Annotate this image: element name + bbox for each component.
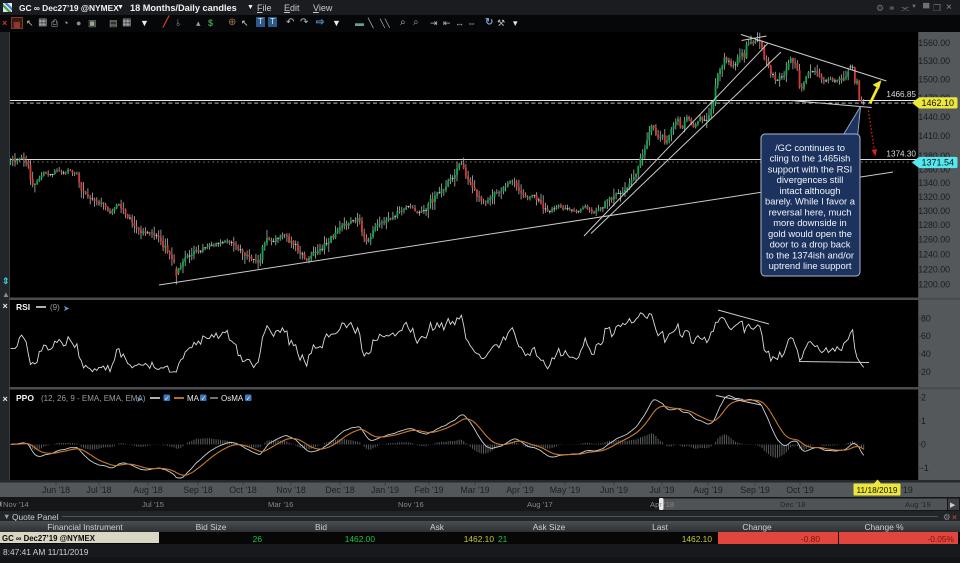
svg-text:Jul '19: Jul '19 — [649, 485, 674, 495]
svg-text:cling to the 1465ish: cling to the 1465ish — [770, 153, 851, 164]
svg-text:1260.00: 1260.00 — [918, 235, 950, 245]
svg-text:Aug ’19: Aug ’19 — [905, 500, 931, 509]
svg-text:▲: ▲ — [2, 290, 10, 299]
svg-text:Jan '19: Jan '19 — [371, 485, 399, 495]
svg-text:gold would open the: gold would open the — [768, 228, 852, 239]
svg-text:PPO: PPO — [16, 393, 34, 403]
svg-text:Jun '19: Jun '19 — [600, 485, 628, 495]
svg-text:1200.00: 1200.00 — [918, 280, 950, 290]
svg-text:MA: MA — [187, 394, 200, 403]
svg-text:Aug ’17: Aug ’17 — [527, 500, 553, 509]
svg-text:1462.10: 1462.10 — [922, 98, 955, 108]
svg-text:’19: ’19 — [901, 485, 913, 495]
svg-text:1300.00: 1300.00 — [918, 206, 950, 216]
svg-text:1240.00: 1240.00 — [918, 249, 950, 259]
svg-text:(9): (9) — [50, 303, 60, 312]
svg-text:1280.00: 1280.00 — [918, 220, 950, 230]
svg-text:RSI: RSI — [16, 302, 30, 312]
svg-text:Mar ’16: Mar ’16 — [268, 500, 293, 509]
svg-text:Mar '19: Mar '19 — [460, 485, 489, 495]
svg-text:2: 2 — [921, 393, 926, 403]
svg-text:divergences still: divergences still — [777, 174, 844, 185]
svg-text:✓: ✓ — [201, 396, 206, 403]
svg-text:1440.00: 1440.00 — [918, 112, 950, 122]
svg-text:door to a drop back: door to a drop back — [770, 239, 851, 250]
svg-text:reversal here, much: reversal here, much — [769, 206, 852, 217]
svg-text:-1: -1 — [921, 463, 929, 473]
svg-text:40: 40 — [921, 349, 931, 359]
svg-text:Jul ’15: Jul ’15 — [142, 500, 164, 509]
svg-text:1: 1 — [921, 416, 926, 426]
svg-text:Nov ’14: Nov ’14 — [3, 500, 29, 509]
svg-text:to the 1374ish and/or: to the 1374ish and/or — [766, 249, 854, 260]
svg-text:1500.00: 1500.00 — [918, 74, 950, 84]
svg-text:intact although: intact although — [780, 185, 841, 196]
svg-text:/GC continues to: /GC continues to — [775, 142, 845, 153]
svg-text:Apr ’18: Apr ’18 — [650, 500, 674, 509]
svg-text:Nov ’16: Nov ’16 — [398, 500, 424, 509]
svg-text:1371.54: 1371.54 — [922, 158, 955, 168]
svg-text:1220.00: 1220.00 — [918, 264, 950, 274]
svg-text:1560.00: 1560.00 — [918, 38, 950, 48]
svg-text:✓: ✓ — [246, 396, 251, 403]
svg-text:Aug '18: Aug '18 — [133, 485, 163, 495]
svg-text:20: 20 — [921, 367, 931, 377]
svg-text:Nov '18: Nov '18 — [276, 485, 306, 495]
svg-text:11/18/2019: 11/18/2019 — [857, 485, 898, 495]
svg-text:1320.00: 1320.00 — [918, 192, 950, 202]
svg-text:Sep '19: Sep '19 — [740, 485, 770, 495]
svg-text:➤: ➤ — [136, 395, 143, 404]
svg-text:Dec ’18: Dec ’18 — [780, 500, 806, 509]
svg-text:Aug '19: Aug '19 — [693, 485, 723, 495]
svg-text:Jun '18: Jun '18 — [42, 485, 70, 495]
svg-text:Oct '19: Oct '19 — [786, 485, 814, 495]
svg-text:0: 0 — [921, 440, 926, 450]
svg-text:May '19: May '19 — [550, 485, 581, 495]
svg-text:support with the RSI: support with the RSI — [768, 163, 852, 174]
svg-text:✓: ✓ — [164, 396, 169, 403]
svg-text:Feb '19: Feb '19 — [414, 485, 443, 495]
svg-text:Apr '19: Apr '19 — [506, 485, 534, 495]
svg-text:➤: ➤ — [63, 304, 70, 313]
svg-text:Dec '18: Dec '18 — [325, 485, 355, 495]
svg-text:barely. While I favor a: barely. While I favor a — [765, 196, 856, 207]
svg-text:1410.00: 1410.00 — [918, 131, 950, 141]
svg-text:1374.30: 1374.30 — [886, 149, 916, 158]
svg-text:▶: ▶ — [950, 502, 956, 509]
svg-text:Jul '18: Jul '18 — [86, 485, 111, 495]
svg-text:60: 60 — [921, 331, 931, 341]
svg-text:more downside in: more downside in — [773, 217, 846, 228]
svg-text:80: 80 — [921, 313, 931, 323]
svg-text:1340.00: 1340.00 — [918, 178, 950, 188]
svg-text:⇕: ⇕ — [2, 276, 10, 286]
svg-text:OsMA: OsMA — [221, 394, 244, 403]
svg-text:Sep '18: Sep '18 — [183, 485, 213, 495]
svg-text:×: × — [3, 301, 8, 311]
svg-text:1466.85: 1466.85 — [886, 90, 916, 99]
svg-text:1530.00: 1530.00 — [918, 56, 950, 66]
svg-text:×: × — [3, 394, 8, 404]
svg-text:Oct '18: Oct '18 — [229, 485, 257, 495]
svg-text:(12, 26, 9 - EMA, EMA, EMA): (12, 26, 9 - EMA, EMA, EMA) — [41, 394, 146, 403]
svg-text:uptrend line support: uptrend line support — [769, 260, 852, 271]
